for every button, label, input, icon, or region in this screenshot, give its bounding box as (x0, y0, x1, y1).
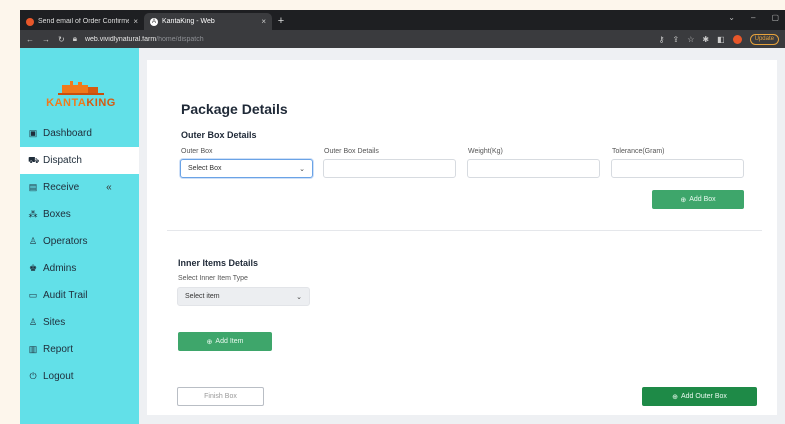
sidebar: KANTAKING ▣ Dashboard ⛟ Dispatch ▤ Recei… (20, 48, 139, 424)
outer-box-select[interactable]: Select Box ⌄ (180, 159, 313, 178)
outer-box-section-title: Outer Box Details (181, 130, 257, 140)
tab-order-email[interactable]: Send email of Order Confirmed × (20, 13, 144, 30)
sidebar-item-sites[interactable]: ♙ Sites (20, 309, 139, 336)
gmail-favicon-icon (26, 17, 34, 26)
add-box-button[interactable]: ⊕ Add Box (652, 190, 744, 209)
tab-kantaking[interactable]: A KantaKing - Web × (144, 13, 272, 30)
forward-icon[interactable]: → (42, 35, 50, 44)
sidebar-item-boxes[interactable]: ⁂ Boxes (20, 201, 139, 228)
share-icon[interactable]: ⇪ (673, 35, 680, 44)
tolerance-input[interactable] (611, 159, 744, 178)
dashboard-icon: ▣ (28, 128, 38, 138)
tolerance-label: Tolerance(Gram) (612, 148, 665, 155)
add-outer-box-button[interactable]: ⊕ Add Outer Box (642, 387, 757, 406)
browser-tools: ⚷ ⇪ ☆ ✱ ◧ Update (659, 33, 779, 45)
add-item-button[interactable]: ⊕ Add Item (178, 332, 272, 351)
truck-icon: ⛟ (28, 154, 40, 165)
url-field[interactable]: web.vividlynatural.farm/home/dispatch (85, 36, 651, 43)
kantaking-logo: KANTAKING (36, 80, 126, 110)
extensions-icon[interactable]: ✱ (702, 35, 709, 44)
truck-logo-icon (58, 81, 104, 95)
address-bar: ← → ↻ 🔒︎ web.vividlynatural.farm/home/di… (20, 30, 785, 48)
main-content: Package Details Outer Box Details Outer … (139, 48, 785, 424)
admin-icon: ♚ (28, 263, 38, 273)
inner-item-select[interactable]: Select item ⌄ (177, 287, 310, 306)
close-icon[interactable]: × (261, 17, 266, 26)
finish-box-button[interactable]: Finish Box (177, 387, 264, 406)
lock-icon[interactable]: 🔒︎ (73, 34, 77, 44)
sites-icon: ♙ (28, 317, 38, 327)
back-icon[interactable]: ← (26, 35, 34, 44)
section-divider (167, 230, 762, 231)
page-title: Package Details (181, 101, 288, 117)
person-icon: ♙ (28, 236, 38, 246)
plus-circle-icon: ⊕ (672, 393, 678, 401)
receive-icon: ▤ (28, 182, 38, 192)
sidebar-item-dashboard[interactable]: ▣ Dashboard (20, 120, 139, 147)
boxes-icon: ⁂ (28, 209, 38, 219)
sidebar-item-report[interactable]: ▥ Report (20, 336, 139, 363)
star-icon[interactable]: ☆ (687, 35, 694, 44)
inner-items-section-title: Inner Items Details (178, 258, 259, 268)
tab-bar: Send email of Order Confirmed × A KantaK… (20, 10, 785, 30)
sidebar-item-audit-trail[interactable]: ▭ Audit Trail (20, 282, 139, 309)
minimize-icon[interactable]: – (751, 13, 755, 22)
reload-icon[interactable]: ↻ (58, 35, 65, 44)
kantaking-favicon-icon: A (150, 17, 158, 26)
weight-label: Weight(Kg) (468, 148, 503, 155)
new-tab-button[interactable]: + (272, 13, 290, 30)
sidebar-item-admins[interactable]: ♚ Admins (20, 255, 139, 282)
update-button[interactable]: Update (749, 33, 779, 45)
outer-box-details-input[interactable] (323, 159, 456, 178)
plus-circle-icon: ⊕ (680, 196, 687, 204)
outer-box-label: Outer Box (181, 148, 213, 155)
chevron-down-icon: ⌄ (296, 294, 302, 301)
audit-icon: ▭ (28, 290, 38, 300)
sidebar-nav: ▣ Dashboard ⛟ Dispatch ▤ Receive « ⁂ Box… (20, 120, 139, 390)
brand-name: KANTAKING (46, 97, 116, 109)
maximize-icon[interactable]: ▢ (771, 13, 779, 22)
outer-box-details-label: Outer Box Details (324, 148, 379, 155)
window-controls: ⌄ – ▢ (728, 13, 779, 22)
key-icon[interactable]: ⚷ (659, 35, 665, 44)
report-icon: ▥ (28, 344, 38, 354)
sidepanel-icon[interactable]: ◧ (717, 35, 725, 44)
logout-icon: ⏻ (29, 371, 37, 381)
sidebar-item-operators[interactable]: ♙ Operators (20, 228, 139, 255)
sidebar-item-receive[interactable]: ▤ Receive « (20, 174, 139, 201)
sidebar-item-logout[interactable]: ⏻ Logout (20, 363, 139, 390)
weight-input[interactable] (467, 159, 600, 178)
package-card: Package Details Outer Box Details Outer … (147, 60, 777, 415)
close-icon[interactable]: × (133, 17, 138, 26)
browser-window: Send email of Order Confirmed × A KantaK… (20, 10, 785, 424)
sidebar-item-dispatch[interactable]: ⛟ Dispatch (20, 147, 139, 174)
chevron-down-icon: ⌄ (299, 166, 305, 173)
inner-item-type-label: Select Inner Item Type (178, 275, 248, 282)
collapse-sidebar-icon[interactable]: « (106, 182, 112, 193)
profile-avatar[interactable] (732, 34, 742, 44)
tab-search-icon[interactable]: ⌄ (728, 13, 735, 22)
plus-circle-icon: ⊕ (206, 338, 213, 346)
